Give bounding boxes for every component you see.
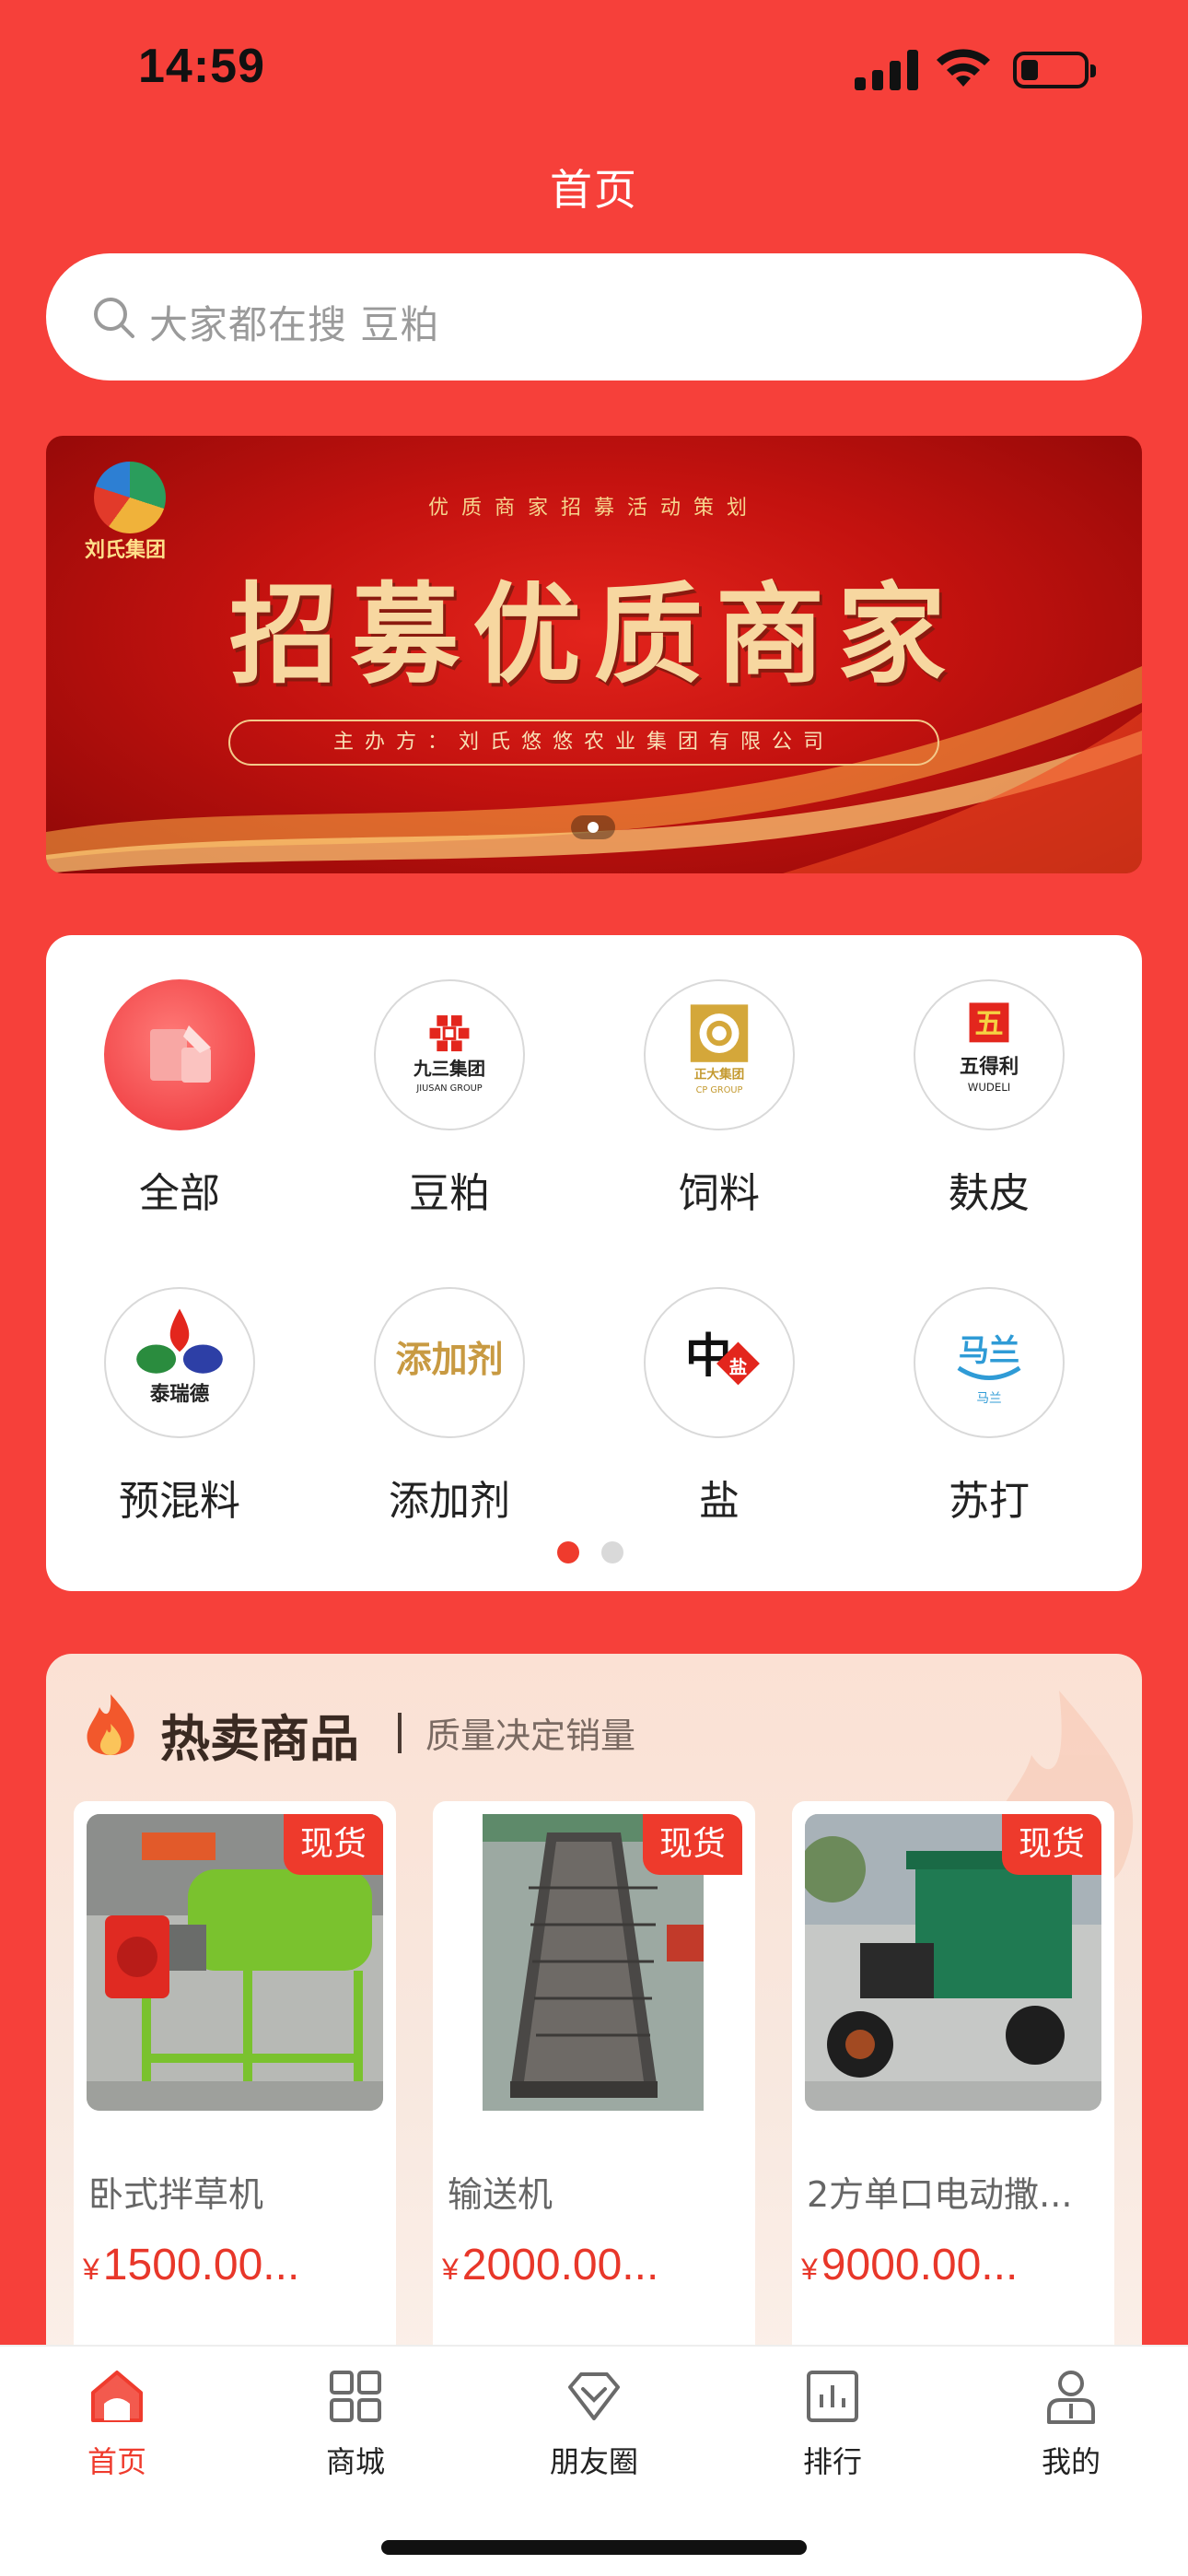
logo-text: 九三集团: [413, 1058, 485, 1079]
category-item-feed[interactable]: 正大集团 CP GROUP 饲料: [627, 979, 811, 1228]
category-item-soda[interactable]: 马兰 马兰 苏打: [897, 1287, 1081, 1536]
hot-section-subtitle: 质量决定销量: [425, 1715, 636, 1756]
tairuide-logo-icon: 泰瑞德: [104, 1287, 255, 1438]
tab-ranking[interactable]: 排行: [740, 2367, 925, 2505]
product-name: 卧式拌草机: [88, 2174, 264, 2215]
search-bar[interactable]: 大家都在搜 豆粕: [46, 253, 1142, 381]
all-category-icon: [104, 979, 255, 1130]
hot-products-section: 热卖商品 质量决定销量 现货 卧式拌草机 ¥1500.00... 现货 输送机 …: [46, 1654, 1142, 2354]
stock-badge: 现货: [643, 1814, 742, 1875]
page-title: 首页: [550, 165, 638, 215]
wudeli-logo-icon: 五 五得利 WUDELI: [914, 979, 1065, 1130]
china-salt-logo-icon: 中 盐: [644, 1287, 795, 1438]
title-divider: [398, 1713, 402, 1753]
tab-label: 首页: [87, 2444, 146, 2479]
category-label: 添加剂: [389, 1478, 510, 1525]
product-card[interactable]: 现货 输送机 ¥2000.00...: [433, 1801, 755, 2354]
cellular-signal-icon: [855, 48, 919, 90]
banner-host: 主办方：刘氏悠悠农业集团有限公司: [228, 720, 939, 766]
banner-kicker: 优质商家招募活动策划: [427, 497, 760, 520]
tab-label: 朋友圈: [549, 2444, 638, 2479]
banner-headline: 招募优质商家: [228, 570, 959, 698]
tab-label: 我的: [1041, 2444, 1101, 2479]
tab-label: 排行: [802, 2444, 862, 2479]
banner-pagination: [571, 815, 615, 839]
category-item-additive[interactable]: 添加剂 添加剂: [357, 1287, 542, 1536]
status-bar: 14:59: [0, 0, 1188, 138]
category-grid: 全部 九三集团 JIUSAN GROUP 豆粕 正大集团 CP GROUP 饲料…: [46, 935, 1142, 1591]
category-label: 预混料: [119, 1478, 240, 1525]
logo-text: 马兰: [959, 1332, 1019, 1368]
status-time: 14:59: [138, 40, 265, 93]
tab-mall[interactable]: 商城: [263, 2367, 448, 2505]
svg-text:盐: 盐: [729, 1357, 748, 1378]
jiusan-group-logo-icon: 九三集团 JIUSAN GROUP: [374, 979, 525, 1130]
electric-spreader-tricycle-photo: 现货: [805, 1814, 1101, 2111]
diamond-icon: [568, 2372, 620, 2420]
svg-text:中: 中: [685, 1328, 732, 1383]
category-item-salt[interactable]: 中 盐 盐: [627, 1287, 811, 1536]
logo-text: 添加剂: [395, 1339, 503, 1381]
logo-subtext: JIUSAN GROUP: [415, 1083, 482, 1094]
additive-logo-icon: 添加剂: [374, 1287, 525, 1438]
svg-text:五: 五: [974, 1008, 1003, 1041]
price-value: 9000.00...: [821, 2241, 1019, 2289]
stock-badge: 现货: [1002, 1814, 1101, 1875]
category-label: 饲料: [679, 1170, 760, 1217]
product-card[interactable]: 现货 2方单口电动撒... ¥9000.00...: [792, 1801, 1114, 2354]
category-item-soybean-meal[interactable]: 九三集团 JIUSAN GROUP 豆粕: [357, 979, 542, 1228]
price-value: 1500.00...: [102, 2241, 300, 2289]
hot-section-title: 热卖商品: [160, 1710, 359, 1768]
category-label: 麸皮: [949, 1170, 1030, 1217]
chart-icon: [807, 2371, 858, 2422]
search-placeholder[interactable]: 大家都在搜 豆粕: [149, 294, 439, 350]
malan-logo-icon: 马兰 马兰: [914, 1287, 1065, 1438]
green-horizontal-mixer-photo: 现货: [87, 1814, 383, 2111]
stock-badge: 现货: [284, 1814, 383, 1875]
product-name: 2方单口电动撒...: [807, 2174, 1073, 2215]
price-value: 2000.00...: [461, 2241, 659, 2289]
cp-group-logo-icon: 正大集团 CP GROUP: [644, 979, 795, 1130]
search-icon: [94, 298, 134, 338]
logo-text: 正大集团: [694, 1066, 745, 1082]
home-indicator[interactable]: [381, 2540, 807, 2555]
product-card[interactable]: 现货 卧式拌草机 ¥1500.00...: [74, 1801, 396, 2354]
category-label: 盐: [699, 1478, 740, 1525]
grid-icon: [330, 2371, 381, 2422]
logo-subtext: 马兰: [976, 1391, 1001, 1406]
flame-icon: [87, 1694, 134, 1755]
currency-symbol: ¥: [442, 2253, 459, 2286]
tab-profile[interactable]: 我的: [979, 2367, 1163, 2505]
category-label: 豆粕: [409, 1170, 490, 1217]
category-item-premix[interactable]: 泰瑞德 预混料: [87, 1287, 272, 1536]
logo-subtext: WUDELI: [968, 1081, 1010, 1094]
battery-icon: [1013, 52, 1096, 88]
pager-dot: [601, 1541, 623, 1563]
product-name: 输送机: [448, 2174, 553, 2215]
currency-symbol: ¥: [83, 2253, 99, 2286]
category-item-bran[interactable]: 五 五得利 WUDELI 麸皮: [897, 979, 1081, 1228]
category-pagination: [557, 1541, 631, 1563]
category-item-all[interactable]: 全部: [87, 979, 272, 1228]
tab-label: 商城: [325, 2444, 385, 2479]
logo-text: 五得利: [960, 1055, 1019, 1079]
product-price: ¥9000.00...: [801, 2240, 1105, 2290]
promo-banner[interactable]: 刘氏集团 优质商家招募活动策划 招募优质商家 主办方：刘氏悠悠农业集团有限公司: [46, 436, 1142, 873]
wifi-icon: [937, 49, 990, 87]
belt-conveyor-photo: 现货: [446, 1814, 742, 2111]
product-price: ¥1500.00...: [83, 2240, 387, 2290]
logo-text: 泰瑞德: [150, 1383, 210, 1406]
currency-symbol: ¥: [801, 2253, 818, 2286]
pager-dot-active: [557, 1541, 579, 1563]
tab-home[interactable]: 首页: [25, 2367, 209, 2505]
category-label: 苏打: [949, 1478, 1030, 1525]
tab-moments[interactable]: 朋友圈: [502, 2367, 686, 2505]
product-price: ¥2000.00...: [442, 2240, 746, 2290]
user-icon: [1047, 2371, 1095, 2424]
logo-subtext: CP GROUP: [696, 1085, 743, 1095]
category-label: 全部: [139, 1170, 220, 1217]
home-icon: [91, 2371, 143, 2422]
